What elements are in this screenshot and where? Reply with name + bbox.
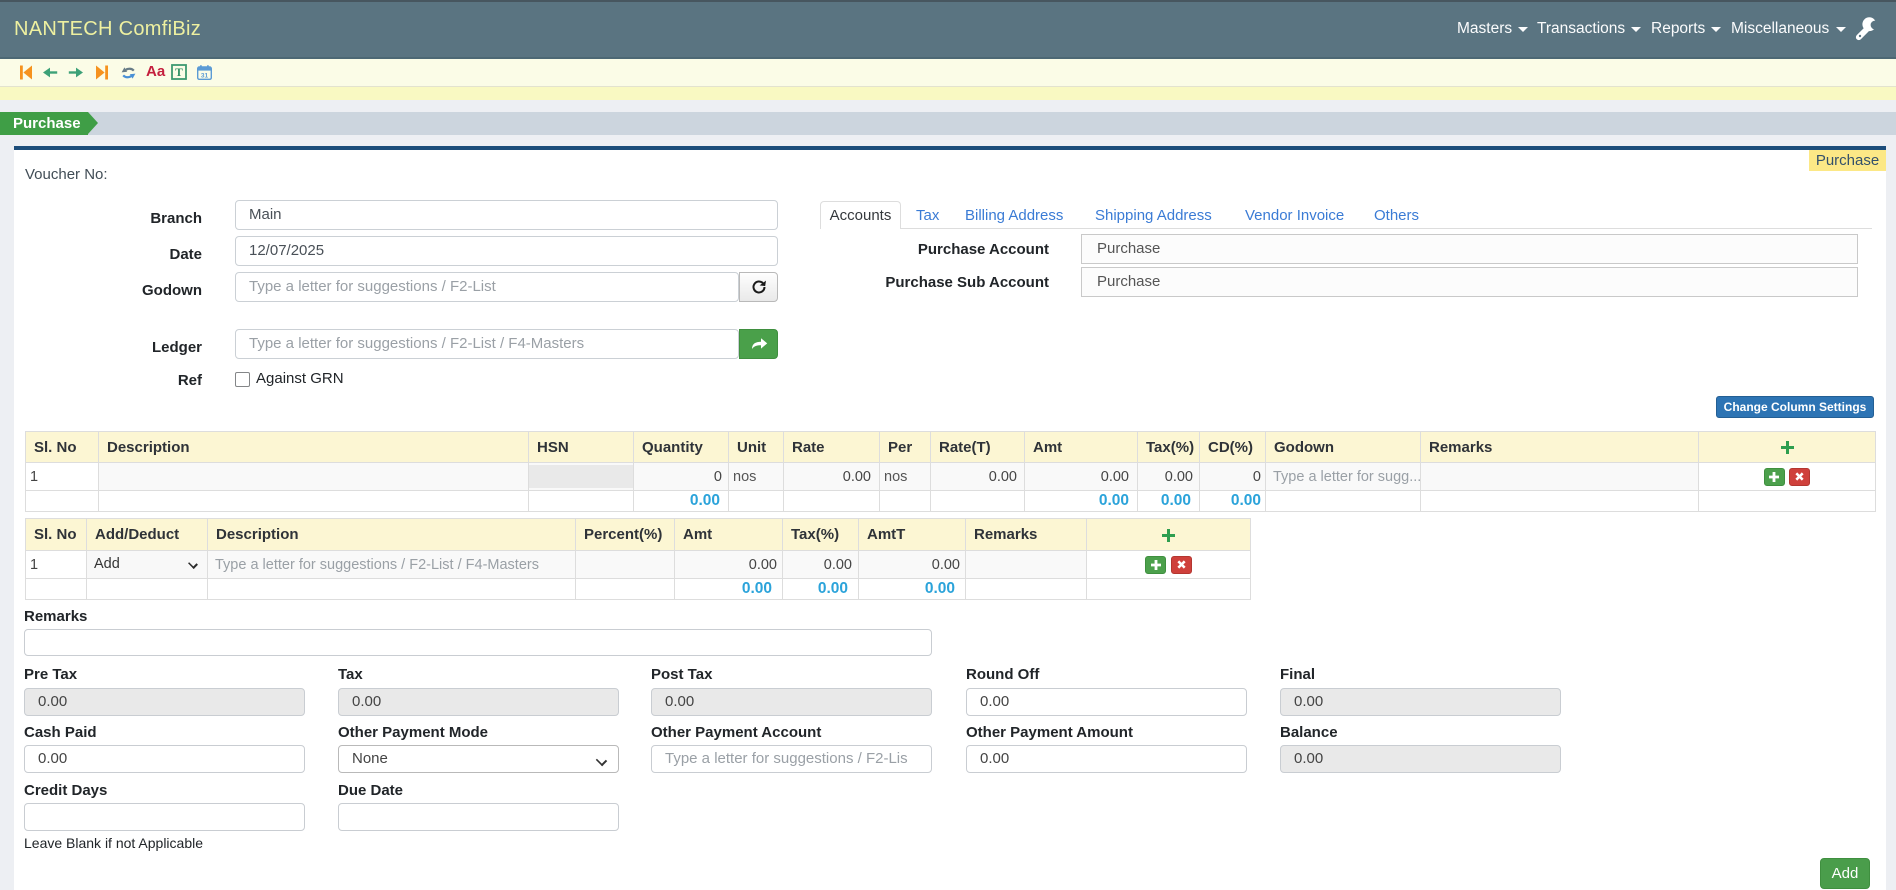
svg-text:31: 31 — [201, 72, 209, 79]
svg-text:T: T — [175, 67, 183, 79]
